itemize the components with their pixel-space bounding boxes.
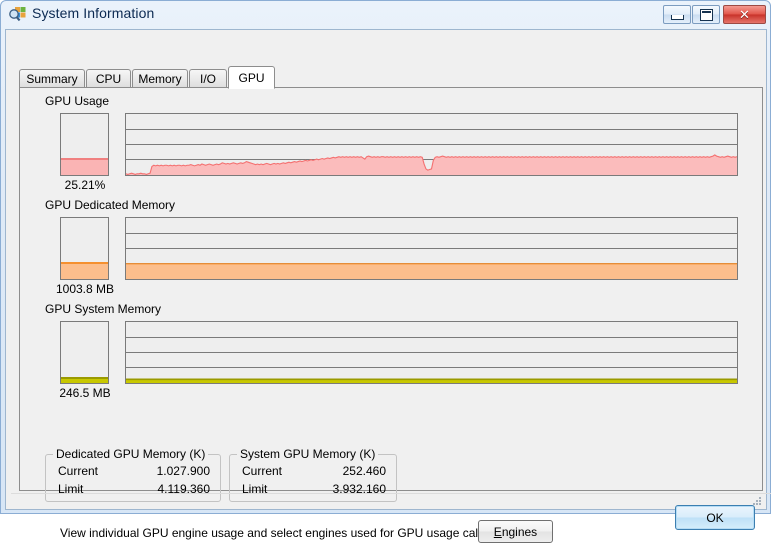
dedicated-gpu-memory-title: Dedicated GPU Memory (K) xyxy=(53,447,209,461)
tab-cpu[interactable]: CPU xyxy=(86,69,131,88)
engines-button-label: ngines xyxy=(501,524,538,539)
tab-io-label: I/O xyxy=(199,72,216,86)
system-information-icon xyxy=(9,6,26,23)
gpu-dedicated-memory-value: 1003.8 MB xyxy=(55,282,115,296)
table-row: Limit 3.932.160 xyxy=(230,482,396,498)
gpu-dedicated-memory-graph xyxy=(125,217,738,280)
gpu-usage-graph xyxy=(125,113,738,176)
gpu-system-memory-graph-plot xyxy=(126,378,737,383)
table-row: Limit 4.119.360 xyxy=(46,482,220,498)
gpu-usage-label: GPU Usage xyxy=(45,94,110,108)
dedicated-gpu-memory-group: Dedicated GPU Memory (K) Current 1.027.9… xyxy=(45,447,221,502)
gpu-system-memory-value: 246.5 MB xyxy=(59,386,111,400)
gpu-usage-value: 25.21% xyxy=(64,178,106,192)
dedicated-current-value: 1.027.900 xyxy=(156,464,210,478)
system-information-window: System Information ✕ Summary CPU Memory … xyxy=(0,0,771,543)
tab-gpu[interactable]: GPU xyxy=(228,66,275,89)
table-row: Current 252.460 xyxy=(230,464,396,480)
ok-button-label: OK xyxy=(706,510,724,525)
gpu-system-memory-label: GPU System Memory xyxy=(45,302,162,316)
window-title: System Information xyxy=(32,5,155,21)
resize-grip[interactable] xyxy=(750,494,763,507)
ok-button[interactable]: OK xyxy=(675,505,755,530)
minimize-button[interactable] xyxy=(663,5,691,24)
tab-cpu-label: CPU xyxy=(95,72,122,86)
maximize-icon xyxy=(699,8,713,21)
gpu-usage-graph-plot xyxy=(126,154,737,175)
system-current-label: Current xyxy=(242,464,283,478)
system-current-value: 252.460 xyxy=(342,464,386,478)
gpu-dedicated-memory-label: GPU Dedicated Memory xyxy=(45,198,176,212)
footer-separator xyxy=(11,493,771,494)
gpu-system-memory-graph xyxy=(125,321,738,384)
table-row: Current 1.027.900 xyxy=(46,464,220,480)
title-bar[interactable]: System Information ✕ xyxy=(1,1,771,29)
tab-io[interactable]: I/O xyxy=(189,69,227,88)
minimize-icon xyxy=(670,14,684,20)
gpu-dedicated-memory-graph-plot xyxy=(126,263,737,279)
gpu-usage-bar xyxy=(60,113,109,176)
engines-button[interactable]: Engines xyxy=(478,520,553,543)
system-gpu-memory-group: System GPU Memory (K) Current 252.460 Li… xyxy=(229,447,397,502)
maximize-button[interactable] xyxy=(692,5,720,24)
system-gpu-memory-title: System GPU Memory (K) xyxy=(237,447,379,461)
tab-gpu-label: GPU xyxy=(238,70,265,85)
engines-button-accel: E xyxy=(493,524,502,539)
gpu-dedicated-memory-bar-fill xyxy=(61,261,108,279)
close-button[interactable]: ✕ xyxy=(723,5,766,24)
gpu-usage-bar-fill xyxy=(61,157,108,175)
dedicated-current-label: Current xyxy=(58,464,99,478)
close-icon: ✕ xyxy=(739,7,750,22)
tab-memory[interactable]: Memory xyxy=(132,69,188,88)
engines-description: View individual GPU engine usage and sel… xyxy=(60,526,529,540)
gpu-tab-page: GPU Usage 25.21% GPU Dedicated Memory 10… xyxy=(19,87,763,543)
gpu-dedicated-memory-bar xyxy=(60,217,109,280)
tab-strip: Summary CPU Memory I/O GPU xyxy=(19,66,763,89)
tab-memory-label: Memory xyxy=(138,72,182,86)
gpu-system-memory-bar-fill xyxy=(61,377,108,383)
window-client-area: Summary CPU Memory I/O GPU GPU Usage 25.… xyxy=(5,29,771,543)
tab-summary[interactable]: Summary xyxy=(19,69,85,88)
tab-summary-label: Summary xyxy=(26,72,78,86)
gpu-system-memory-bar xyxy=(60,321,109,384)
